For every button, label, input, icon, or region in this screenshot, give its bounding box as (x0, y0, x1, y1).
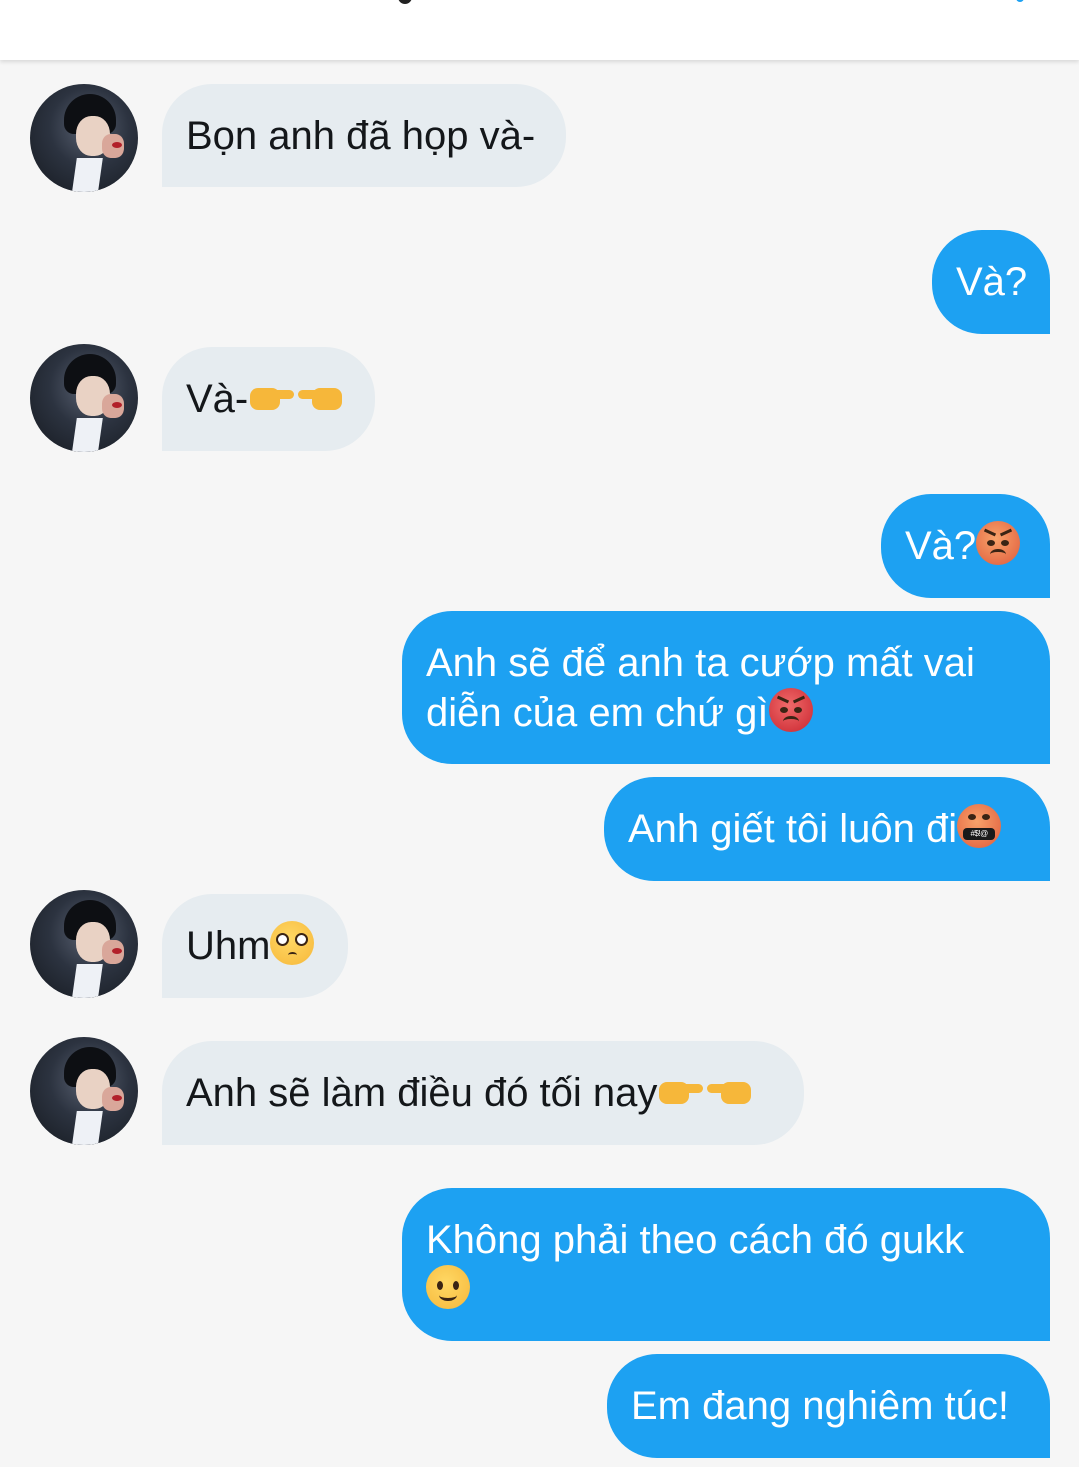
message-text: Anh giết tôi luôn đi (628, 807, 958, 851)
message-text: Và? (905, 524, 977, 568)
backhand-index-pointing-right-icon (248, 374, 296, 418)
message-text: Anh sẽ làm điều đó tối nay (186, 1071, 658, 1115)
conversation-header (0, 0, 1079, 60)
outgoing-message-bubble[interactable]: Và? (932, 230, 1050, 334)
message-text: Và? (956, 260, 1028, 304)
outgoing-message-bubble[interactable]: Không phải theo cách đó gukk (402, 1188, 1050, 1341)
cursing-symbols: #$!@ (963, 828, 996, 840)
slightly-smiling-face-icon (426, 1265, 470, 1309)
outgoing-message-bubble[interactable]: Và? (881, 494, 1050, 598)
header-title-fragment (398, 0, 412, 4)
avatar[interactable] (30, 1037, 138, 1145)
cursing-face-icon: #$!@ (957, 804, 1002, 848)
message-text: Uhm (186, 924, 271, 968)
backhand-index-pointing-left-icon (296, 374, 344, 418)
avatar[interactable] (30, 344, 138, 452)
avatar[interactable] (30, 890, 138, 998)
incoming-message-bubble[interactable]: Bọn anh đã họp và- (162, 84, 566, 187)
message-text: Bọn anh đã họp và- (186, 114, 536, 158)
pleading-face-icon (270, 921, 315, 965)
message-text: Không phải theo cách đó gukk (426, 1218, 965, 1262)
backhand-index-pointing-left-icon (705, 1068, 753, 1112)
incoming-message-bubble[interactable]: Uhm (162, 894, 348, 998)
angry-face-icon (976, 521, 1021, 565)
outgoing-message-bubble[interactable]: Em đang nghiêm túc! (607, 1354, 1050, 1458)
outgoing-message-bubble[interactable]: Anh giết tôi luôn đi #$!@ (604, 777, 1050, 881)
message-text: Và- (186, 377, 249, 421)
angry-face-icon (768, 688, 813, 732)
outgoing-message-bubble[interactable]: Anh sẽ để anh ta cướp mất vai diễn của e… (402, 611, 1050, 764)
incoming-message-bubble[interactable]: Và- (162, 347, 375, 451)
backhand-index-pointing-right-icon (657, 1068, 705, 1112)
incoming-message-bubble[interactable]: Anh sẽ làm điều đó tối nay (162, 1041, 804, 1145)
message-list[interactable]: Bọn anh đã họp và- Và? Và- Và? Anh sẽ để… (0, 60, 1079, 1467)
message-text: Em đang nghiêm túc! (631, 1384, 1009, 1428)
avatar[interactable] (30, 84, 138, 192)
message-text: Anh sẽ để anh ta cướp mất vai diễn của e… (426, 641, 975, 735)
header-action-icon[interactable] (1016, 0, 1024, 2)
